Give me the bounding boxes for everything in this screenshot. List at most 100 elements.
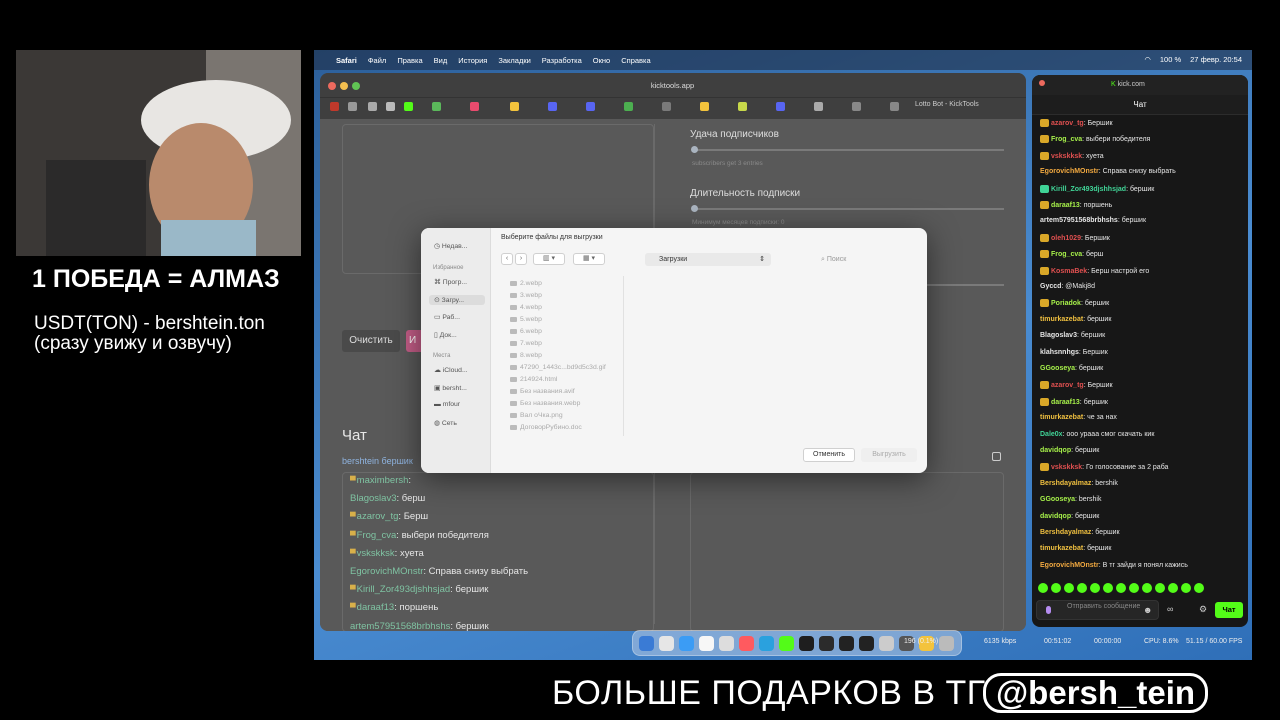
file-item[interactable]: Без названия.avif [510,388,575,395]
emote-icon[interactable] [1116,583,1126,593]
kick-username[interactable]: artem57951568brbhshs [1040,217,1118,224]
sidebar-documents[interactable]: ▯ Док... [434,331,457,339]
menu-edit[interactable]: Правка [397,56,422,65]
kick-username[interactable]: Blagoslav3 [1040,332,1077,339]
sidebar-applications[interactable]: ⌘ Прогр... [434,278,467,286]
kick-username[interactable]: davidqop [1040,447,1071,454]
file-item[interactable]: Без названия.webp [510,400,580,407]
file-item[interactable]: 7.webp [510,340,542,347]
kick-username[interactable]: klahsnnhgs [1040,349,1079,356]
luck-slider[interactable] [692,149,1004,151]
emote-icon[interactable] [1155,583,1165,593]
kick-username[interactable]: GGooseya [1040,496,1075,503]
cancel-button[interactable]: Отменить [803,448,855,462]
back-icon[interactable]: ‹ [501,253,513,265]
location-popup[interactable]: Загрузки ⇕ [645,253,771,266]
file-item[interactable]: 5.webp [510,316,542,323]
tab-favicon[interactable] [738,102,747,111]
tab-favicon[interactable] [348,102,357,111]
minimize-window-button[interactable] [340,82,348,90]
kick-username[interactable]: azarov_tg [1051,382,1084,389]
emote-icon[interactable] [1194,583,1204,593]
tab-favicon[interactable] [890,102,899,111]
menubar-clock[interactable]: 27 февр. 20:54 [1190,55,1242,64]
kick-username[interactable]: timurkazebat [1040,414,1083,421]
kick-username[interactable]: timurkazebat [1040,545,1083,552]
file-item[interactable]: 214924.html [510,376,557,383]
duration-slider-knob[interactable] [691,205,698,212]
kick-username[interactable]: Frog_cva [1051,136,1082,143]
tab-favicon[interactable] [814,102,823,111]
zoom-window-button[interactable] [352,82,360,90]
sidebar-network[interactable]: ◍ Сеть [434,419,457,427]
emote-icon[interactable] [1129,583,1139,593]
kick-username[interactable]: vskskksk [1051,464,1082,471]
sidebar-mfour[interactable]: ▬ mfour [434,401,460,408]
file-item[interactable]: Вал оЧка.png [510,412,563,419]
kick-username[interactable]: Gyccd [1040,283,1061,290]
close-window-button[interactable] [328,82,336,90]
tab-favicon[interactable] [586,102,595,111]
kick-username[interactable]: davidqop [1040,513,1071,520]
file-item[interactable]: 47290_1443c...bd9d5c3d.gif [510,364,606,371]
grid-view-icon[interactable]: ▦ ▾ [573,253,605,265]
emote-icon[interactable] [1090,583,1100,593]
emote-icon[interactable] [1064,583,1074,593]
emote-icon[interactable] [1103,583,1113,593]
send-chat-button[interactable]: Чат [1215,602,1243,618]
tab-favicon[interactable] [404,102,413,111]
emote-icon[interactable] [1142,583,1152,593]
sidebar-home[interactable]: ▣ bersht... [434,384,467,392]
duration-slider[interactable] [692,208,1004,210]
kick-username[interactable]: Kirill_Zor493djshhsjad [1051,185,1126,192]
file-item[interactable]: ДоговорРубино.doc [510,424,582,431]
emote-icon[interactable] [1168,583,1178,593]
emoji-icon[interactable]: ☻ [1143,605,1152,615]
battery-status[interactable]: 100 % [1160,55,1181,64]
menu-window[interactable]: Окно [593,56,610,65]
tab-favicon[interactable] [470,102,479,111]
tab-favicon[interactable] [368,102,377,111]
close-window-button[interactable] [1039,80,1045,86]
chat-input[interactable]: Отправить сообщение [1036,600,1159,620]
column-view-icon[interactable]: ▥ ▾ [533,253,565,265]
emote-icon[interactable] [1051,583,1061,593]
kick-username[interactable]: KosmaBek [1051,267,1087,274]
sidebar-recent[interactable]: ◷ Недав... [434,242,467,250]
tab-favicon[interactable] [700,102,709,111]
luck-slider-knob[interactable] [691,146,698,153]
menu-develop[interactable]: Разработка [542,56,582,65]
settings-gear-icon[interactable]: ⚙ [1199,604,1207,615]
menu-history[interactable]: История [458,56,487,65]
tab-favicon[interactable] [776,102,785,111]
kick-username[interactable]: azarov_tg [1051,120,1084,127]
menu-file[interactable]: Файл [368,56,386,65]
tab-favicon[interactable] [548,102,557,111]
tab-favicon[interactable] [662,102,671,111]
tab-favicon[interactable] [852,102,861,111]
sidebar-downloads[interactable]: ⊙ Загру... [429,295,485,305]
menu-view[interactable]: Вид [434,56,448,65]
tab-favicon[interactable] [330,102,339,111]
clear-button[interactable]: Очистить [342,330,400,352]
upload-button[interactable]: Выгрузить [861,448,917,462]
emote-icon[interactable] [1038,583,1048,593]
kick-username[interactable]: oleh1029 [1051,235,1081,242]
file-item[interactable]: 6.webp [510,328,542,335]
kick-username[interactable]: Bershdayalmaz [1040,480,1091,487]
file-item[interactable]: 8.webp [510,352,542,359]
kick-username[interactable]: daraaf13 [1051,399,1080,406]
kick-username[interactable]: Dale0x [1040,431,1063,438]
dialog-search-field[interactable]: ⌕ Поиск [811,253,917,266]
forward-icon[interactable]: › [515,253,527,265]
kick-username[interactable]: EgorovichMOnstr [1040,562,1099,569]
emote-icon[interactable] [1181,583,1191,593]
emote-icon[interactable] [1077,583,1087,593]
kick-username[interactable]: daraaf13 [1051,202,1080,209]
tab-favicon[interactable] [624,102,633,111]
copy-icon[interactable] [992,452,1001,461]
sidebar-icloud[interactable]: ☁ iCloud... [434,366,468,374]
menu-safari[interactable]: Safari [336,56,357,65]
kick-username[interactable]: vskskksk [1051,153,1082,160]
tab-favicon[interactable] [432,102,441,111]
